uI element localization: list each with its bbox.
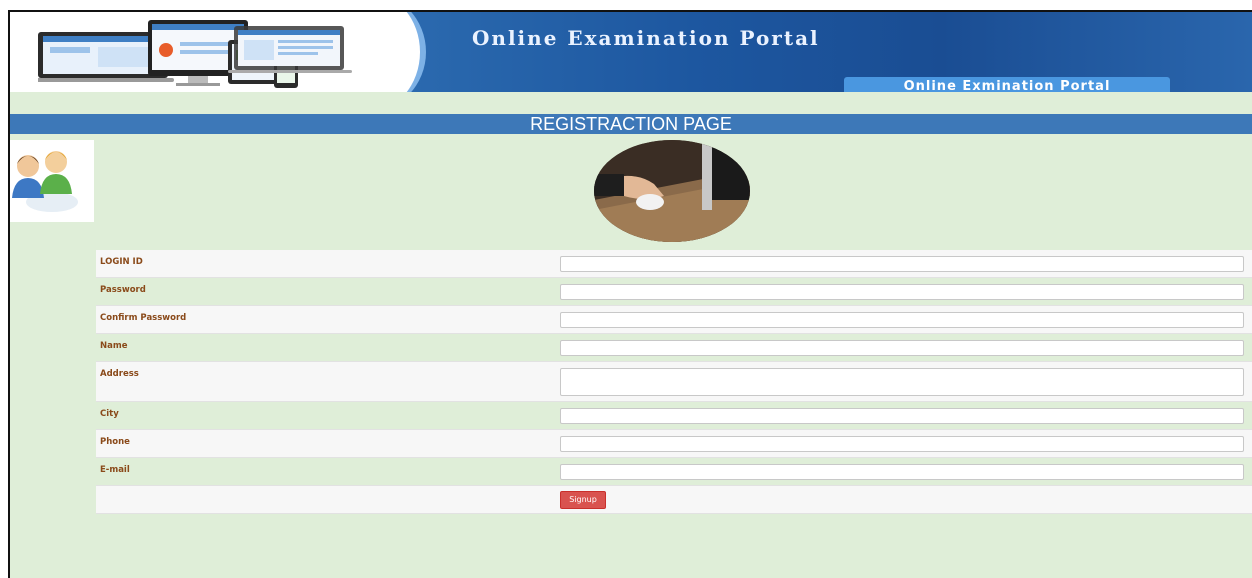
phone-input[interactable]	[560, 436, 1244, 452]
password-row: Password	[96, 278, 1252, 306]
login-id-row: LOGIN ID	[96, 250, 1252, 278]
signup-button[interactable]: Signup	[560, 491, 606, 509]
city-input[interactable]	[560, 408, 1244, 424]
users-icon	[10, 140, 94, 222]
submit-row: Signup	[96, 486, 1252, 514]
email-input[interactable]	[560, 464, 1244, 480]
page-title-band: REGISTRACTION PAGE	[10, 114, 1252, 134]
address-label: Address	[100, 369, 139, 379]
name-row: Name	[96, 334, 1252, 362]
confirm-password-input[interactable]	[560, 312, 1244, 328]
header-badge: Online Exmination Portal	[844, 77, 1170, 92]
site-header: Online Examination Portal Online Exminat…	[10, 12, 1252, 92]
password-input[interactable]	[560, 284, 1244, 300]
confirm-password-label: Confirm Password	[100, 313, 187, 323]
header-title: Online Examination Portal	[472, 26, 820, 50]
mouse-desk-photo	[594, 140, 750, 242]
registration-form: LOGIN ID Password Confirm Password Name …	[96, 250, 1252, 514]
password-label: Password	[100, 285, 146, 295]
page-frame: Online Examination Portal Online Exminat…	[8, 10, 1252, 578]
top-cut-strip	[0, 0, 1252, 10]
name-label: Name	[100, 341, 128, 351]
phone-label: Phone	[100, 437, 130, 447]
email-label: E-mail	[100, 465, 130, 475]
login-id-input[interactable]	[560, 256, 1244, 272]
city-row: City	[96, 402, 1252, 430]
address-textarea[interactable]	[560, 368, 1244, 396]
phone-row: Phone	[96, 430, 1252, 458]
address-row: Address	[96, 362, 1252, 402]
login-id-label: LOGIN ID	[100, 257, 143, 267]
city-label: City	[100, 409, 119, 419]
devices-banner-image	[38, 20, 352, 88]
name-input[interactable]	[560, 340, 1244, 356]
email-row: E-mail	[96, 458, 1252, 486]
confirm-password-row: Confirm Password	[96, 306, 1252, 334]
